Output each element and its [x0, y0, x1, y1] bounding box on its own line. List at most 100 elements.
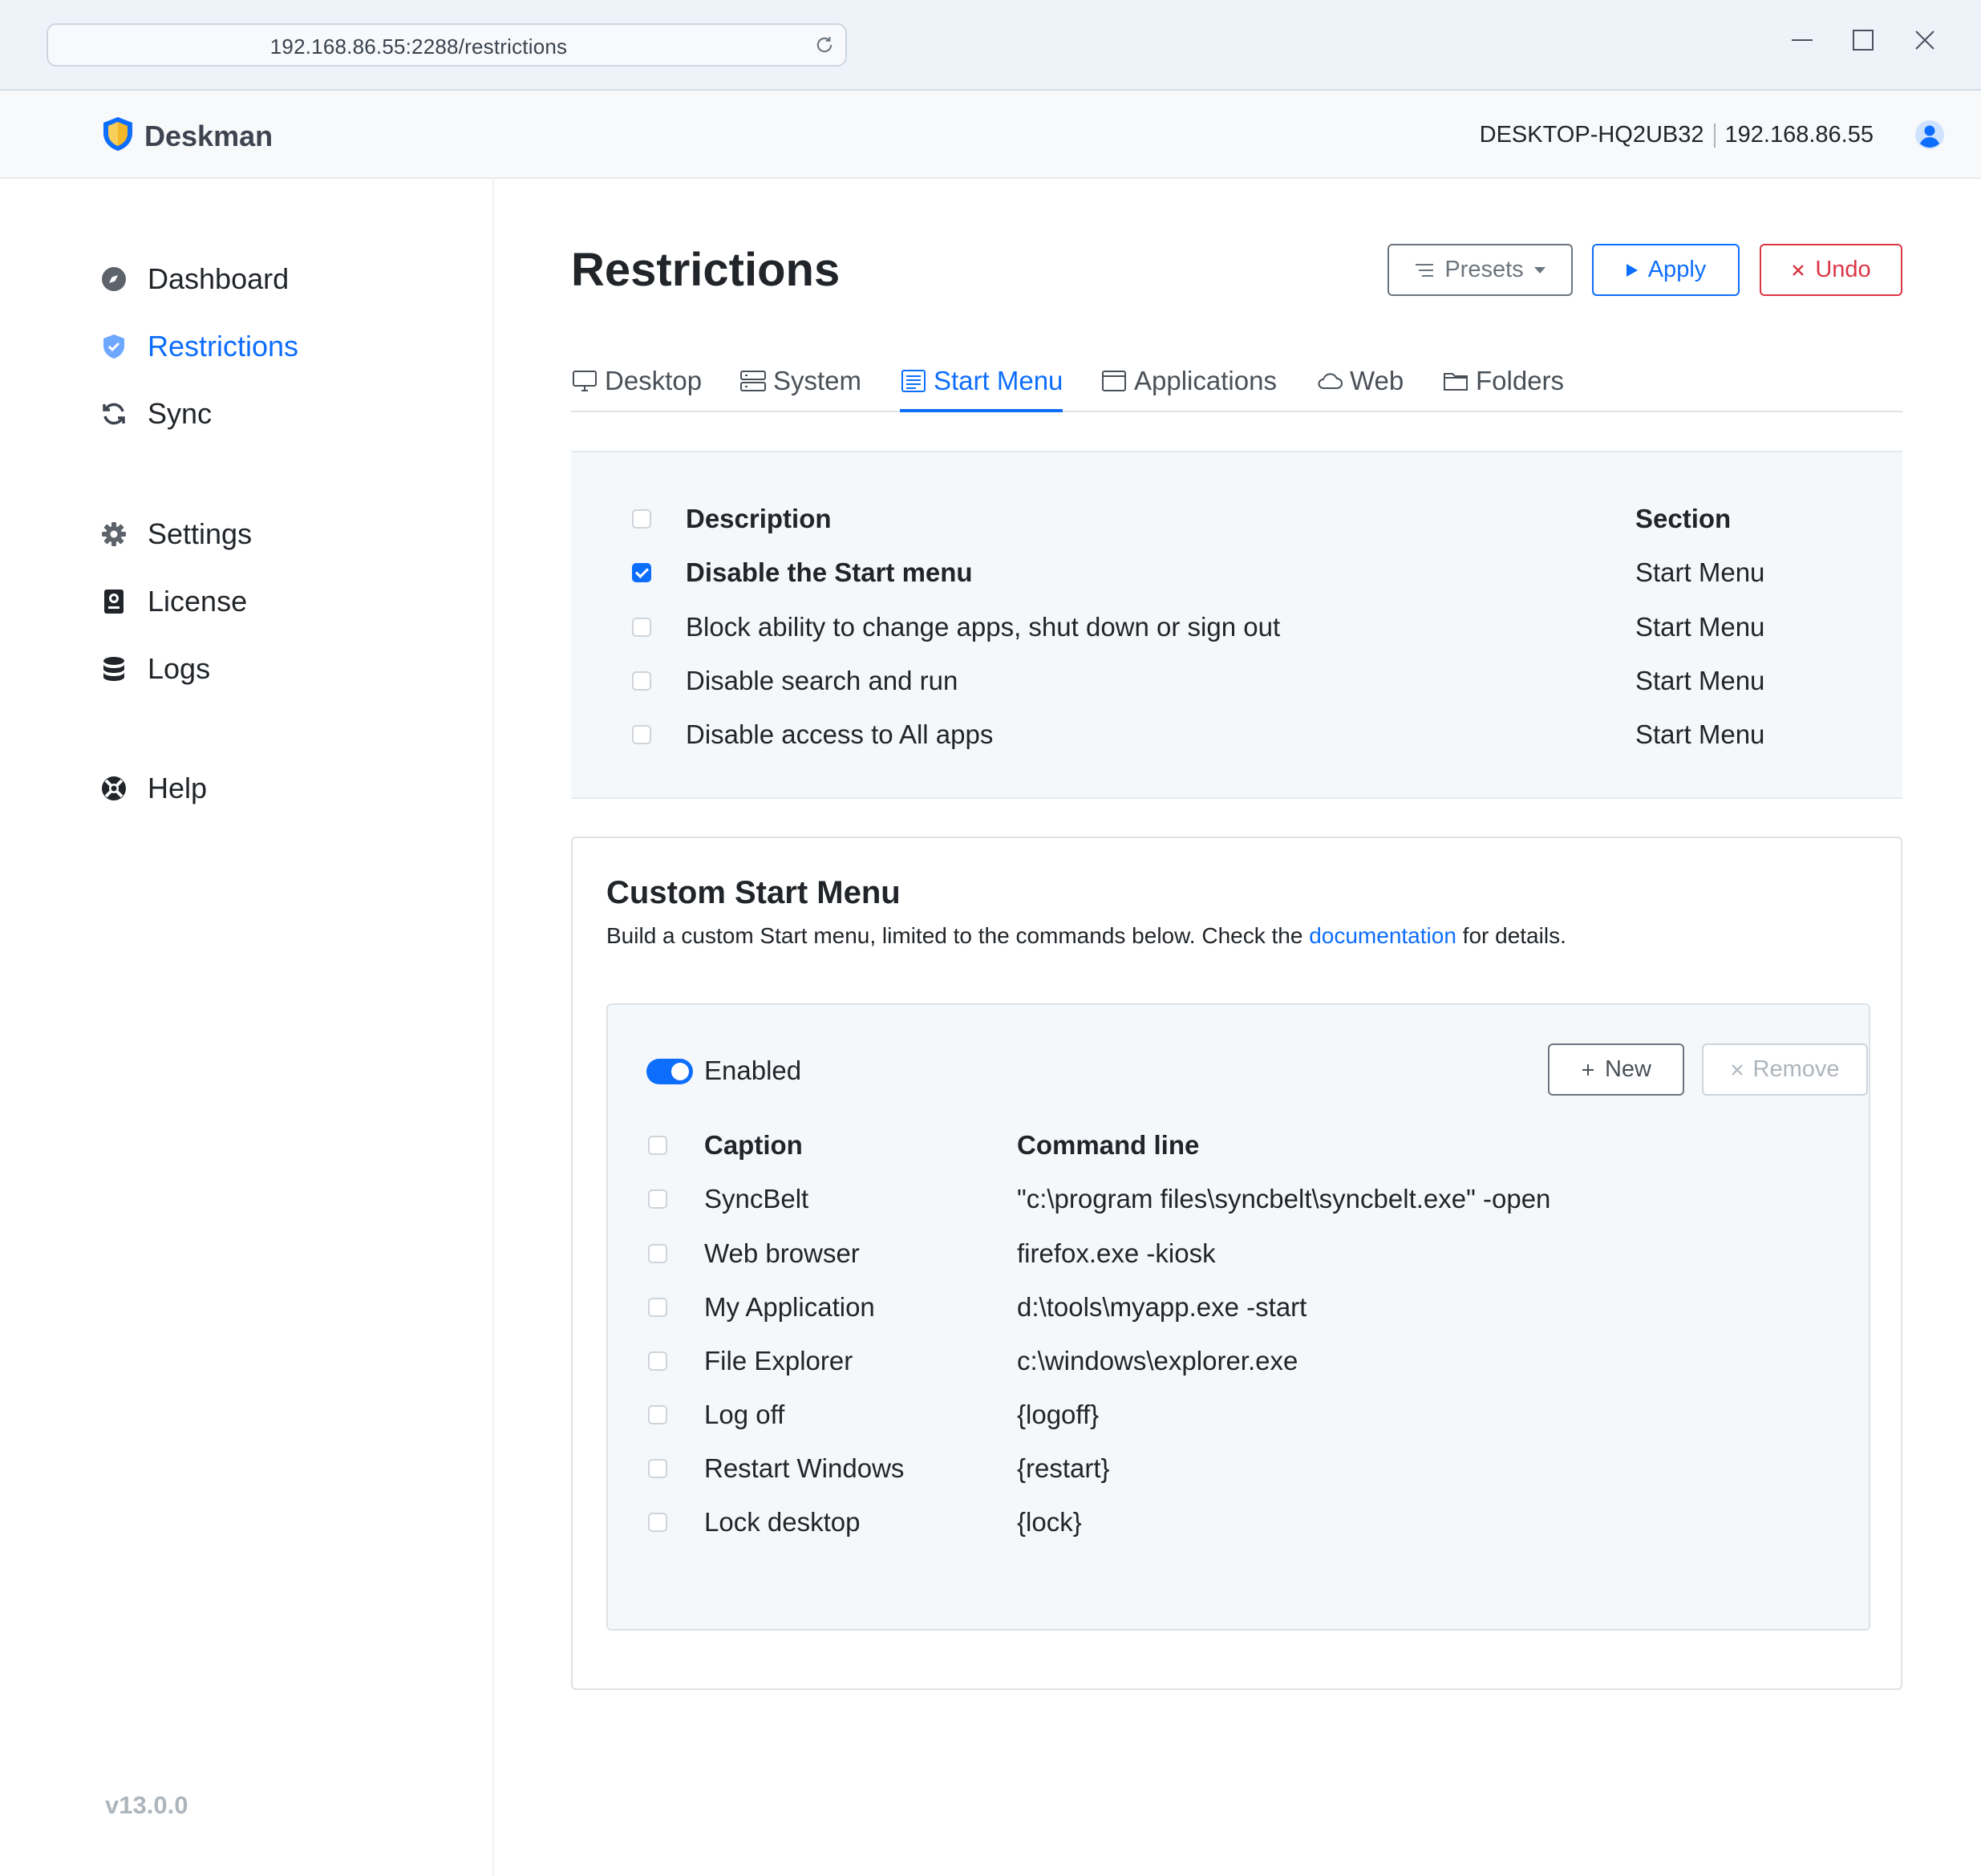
host-name: DESKTOP-HQ2UB32: [1479, 122, 1704, 148]
menu-caption: Web browser: [704, 1238, 860, 1268]
sidebar-item-label: Settings: [148, 517, 253, 550]
close-icon[interactable]: [1907, 22, 1943, 58]
window-icon: [1102, 371, 1126, 391]
table-row[interactable]: File Explorer c:\windows\explorer.exe: [608, 1341, 1869, 1381]
sidebar-item-label: Help: [148, 772, 208, 804]
row-checkbox[interactable]: [648, 1405, 667, 1424]
new-button[interactable]: New: [1548, 1043, 1684, 1096]
start-menu-icon: [901, 370, 926, 392]
remove-label: Remove: [1752, 1056, 1840, 1082]
row-checkbox[interactable]: [632, 618, 651, 637]
restriction-section: Start Menu: [1635, 719, 1765, 749]
maximize-icon[interactable]: [1845, 22, 1881, 58]
menu-command: {logoff}: [1017, 1400, 1100, 1429]
remove-button[interactable]: Remove: [1702, 1043, 1868, 1096]
sync-icon: [99, 399, 128, 428]
tab-web[interactable]: Web: [1316, 361, 1404, 412]
table-row[interactable]: Log off {logoff}: [608, 1395, 1869, 1435]
tab-label: Folders: [1476, 366, 1565, 395]
lifebuoy-icon: [99, 774, 128, 803]
row-checkbox[interactable]: [632, 563, 651, 582]
apply-button[interactable]: Apply: [1592, 244, 1740, 296]
row-checkbox[interactable]: [648, 1513, 667, 1532]
sidebar-item-settings[interactable]: Settings: [99, 514, 252, 554]
custom-start-menu-card: Custom Start Menu Build a custom Start m…: [571, 837, 1902, 1690]
play-icon: [1626, 263, 1638, 277]
enabled-label: Enabled: [704, 1056, 802, 1085]
sidebar-item-help[interactable]: Help: [99, 768, 207, 808]
sidebar-item-license[interactable]: License: [99, 581, 247, 622]
menu-command: c:\windows\explorer.exe: [1017, 1346, 1298, 1376]
undo-label: Undo: [1815, 257, 1871, 282]
table-row[interactable]: Block ability to change apps, shut down …: [571, 607, 1902, 647]
row-checkbox[interactable]: [648, 1189, 667, 1209]
sidebar: Dashboard Restrictions Sync Settings Lic…: [0, 179, 494, 1876]
documentation-link[interactable]: documentation: [1309, 923, 1456, 948]
menu-command: {lock}: [1017, 1507, 1082, 1537]
table-row[interactable]: Restart Windows {restart}: [608, 1449, 1869, 1489]
table-row[interactable]: Disable the Start menu Start Menu: [571, 553, 1902, 593]
tab-system[interactable]: System: [739, 361, 861, 412]
desc-text-after: for details.: [1456, 923, 1566, 948]
tab-label: Start Menu: [934, 366, 1063, 395]
presets-dropdown[interactable]: Presets: [1388, 244, 1573, 296]
row-checkbox[interactable]: [632, 725, 651, 744]
app-header: Deskman DESKTOP-HQ2UB32 192.168.86.55: [0, 91, 1981, 179]
table-row[interactable]: Disable search and run Start Menu: [571, 661, 1902, 701]
database-icon: [99, 654, 128, 683]
list-icon: [1416, 263, 1434, 277]
row-checkbox[interactable]: [632, 671, 651, 691]
row-checkbox[interactable]: [648, 1351, 667, 1371]
row-checkbox[interactable]: [648, 1459, 667, 1478]
table-row[interactable]: My Application d:\tools\myapp.exe -start: [608, 1287, 1869, 1327]
select-all-checkbox[interactable]: [648, 1136, 667, 1155]
reload-icon[interactable]: [813, 34, 836, 56]
host-info: DESKTOP-HQ2UB32 192.168.86.55: [1480, 122, 1874, 148]
menu-caption: Log off: [704, 1400, 785, 1429]
monitor-icon: [573, 371, 597, 391]
card-description: Build a custom Start menu, limited to th…: [606, 923, 1566, 949]
sidebar-item-sync[interactable]: Sync: [99, 394, 212, 434]
restriction-description: Disable the Start menu: [686, 557, 973, 587]
table-row[interactable]: Web browser firefox.exe -kiosk: [608, 1234, 1869, 1274]
tab-label: Applications: [1134, 366, 1277, 395]
menu-command: d:\tools\myapp.exe -start: [1017, 1292, 1307, 1322]
sidebar-item-restrictions[interactable]: Restrictions: [99, 326, 298, 367]
row-checkbox[interactable]: [648, 1298, 667, 1317]
desc-text-before: Build a custom Start menu, limited to th…: [606, 923, 1310, 948]
column-header-command: Command line: [1017, 1130, 1200, 1160]
restriction-tabs: Desktop System Start Menu Applications W…: [571, 361, 1902, 412]
card-title: Custom Start Menu: [606, 875, 901, 910]
table-row[interactable]: Disable access to All apps Start Menu: [571, 715, 1902, 755]
row-checkbox[interactable]: [648, 1244, 667, 1263]
tab-label: Desktop: [605, 366, 703, 395]
tab-applications[interactable]: Applications: [1100, 361, 1277, 412]
server-icon: [740, 371, 766, 391]
enabled-toggle[interactable]: [646, 1059, 693, 1084]
minimize-icon[interactable]: [1785, 22, 1820, 58]
table-header-row: Description Section: [571, 499, 1902, 539]
tab-start-menu[interactable]: Start Menu: [900, 361, 1063, 412]
table-row[interactable]: SyncBelt "c:\program files\syncbelt\sync…: [608, 1179, 1869, 1219]
menu-caption: SyncBelt: [704, 1184, 809, 1214]
new-label: New: [1604, 1056, 1651, 1082]
restriction-description: Block ability to change apps, shut down …: [686, 612, 1281, 642]
user-avatar-icon[interactable]: [1914, 119, 1946, 151]
undo-button[interactable]: Undo: [1760, 244, 1902, 296]
license-icon: [99, 587, 128, 616]
sidebar-item-logs[interactable]: Logs: [99, 649, 210, 689]
shield-check-icon: [99, 332, 128, 361]
select-all-checkbox[interactable]: [632, 509, 651, 529]
tab-folders[interactable]: Folders: [1442, 361, 1564, 412]
presets-label: Presets: [1444, 257, 1524, 282]
app-version: v13.0.0: [105, 1791, 188, 1819]
window-titlebar: 192.168.86.55:2288/restrictions: [0, 0, 1981, 91]
tab-label: Web: [1350, 366, 1404, 395]
table-row[interactable]: Lock desktop {lock}: [608, 1502, 1869, 1542]
sidebar-item-dashboard[interactable]: Dashboard: [99, 259, 289, 299]
address-url[interactable]: 192.168.86.55:2288/restrictions: [48, 34, 789, 59]
brand-logo[interactable]: Deskman: [101, 115, 273, 156]
tab-desktop[interactable]: Desktop: [571, 361, 702, 412]
x-icon: [1793, 264, 1805, 276]
address-bar[interactable]: 192.168.86.55:2288/restrictions: [47, 23, 847, 67]
